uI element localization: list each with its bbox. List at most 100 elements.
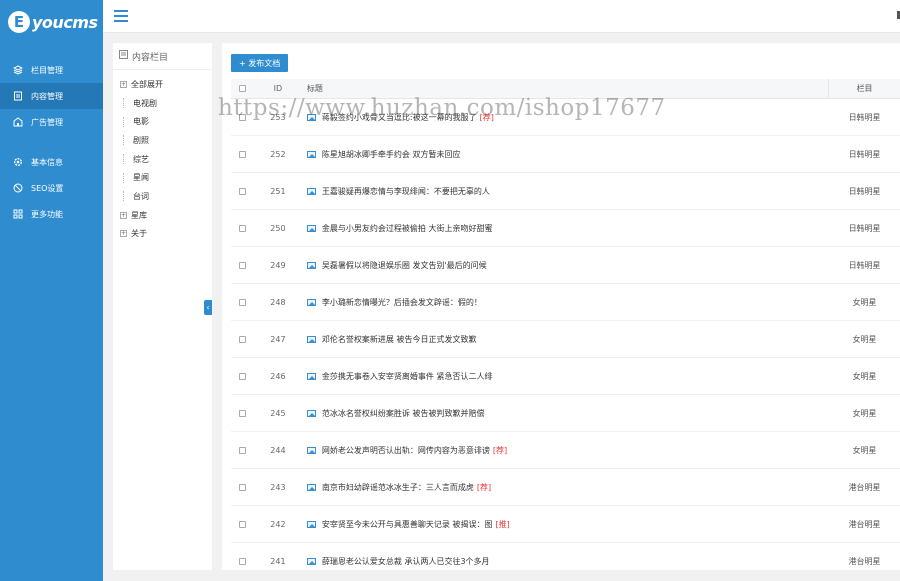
sidebar-item-column-management[interactable]: 栏目管理	[0, 57, 103, 83]
article-list-panel: + 发布文档 ID 标题 栏目 253 蒋毅签约小戏骨又当逗比:被这一幕的我服了[…	[222, 43, 900, 580]
tree-node[interactable]: + 全部展开	[113, 75, 212, 94]
tree-node[interactable]: 综艺	[113, 150, 212, 169]
image-icon	[306, 187, 316, 195]
list-icon	[119, 50, 128, 62]
tree-node-label: 关于	[131, 229, 147, 239]
tree-node[interactable]: 电影	[113, 112, 212, 131]
table-row: 245 范冰冰名誉权纠纷案胜诉 被告被判致歉并赔偿 女明星	[231, 395, 900, 432]
row-id: 248	[270, 297, 286, 307]
row-checkbox[interactable]	[239, 520, 247, 528]
article-title-link[interactable]: 薛瑞恩老公认爱女总裁 承认两人已交往3个多月	[322, 556, 490, 567]
article-title-link[interactable]: 吴磊暑假以将隐退娱乐圈 发文告别'最后的问候	[322, 260, 487, 271]
table-row: 248 李小璐新恋情曝光？后插会发文辟谣：假的！ 女明星	[231, 284, 900, 321]
row-checkbox[interactable]	[239, 483, 247, 491]
table-row: 242 安宰贤至今未公开与具惠善聊天记录 被揭误：图 [推] 港台明星	[231, 506, 900, 543]
tree-branch-line	[123, 154, 129, 165]
sidebar-item-seo-settings[interactable]: SEO设置	[0, 175, 103, 201]
row-checkbox[interactable]	[239, 372, 247, 380]
table-row: 243 南京市妇幼辟谣范冰冰生子：三人言而成虎 [荐] 港台明星	[231, 469, 900, 506]
row-column: 港台明星	[848, 556, 881, 566]
select-all-checkbox[interactable]	[239, 85, 247, 92]
content-column-tree: 内容栏目 + 全部展开 电视剧 电影 剧照 综艺 星闻 台词 + 星库 + 关于	[113, 43, 212, 570]
tree-node-label: 剧照	[133, 135, 149, 145]
top-header	[103, 0, 900, 33]
row-checkbox[interactable]	[239, 187, 247, 195]
logo-mark: E	[8, 11, 30, 33]
sidebar-item-basic-info[interactable]: 基本信息	[0, 149, 103, 175]
sidebar-item-more-features[interactable]: 更多功能	[0, 201, 103, 227]
row-column: 日韩明星	[848, 223, 881, 233]
row-id: 251	[270, 186, 286, 196]
sidebar-item-label: 更多功能	[31, 209, 63, 219]
article-title-link[interactable]: 李小璐新恋情曝光？后插会发文辟谣：假的！	[322, 297, 482, 308]
tree-node[interactable]: + 关于	[113, 225, 212, 244]
tree-branch-line	[123, 116, 129, 127]
collapse-tree-button[interactable]: ‹	[204, 300, 212, 315]
row-id: 247	[270, 334, 286, 344]
article-title-link[interactable]: 安宰贤至今未公开与具惠善聊天记录 被揭误：图	[322, 519, 493, 530]
row-column: 港台明星	[848, 519, 881, 529]
image-icon	[306, 520, 316, 528]
tree-node-label: 综艺	[133, 154, 149, 164]
image-icon	[306, 261, 316, 269]
compass-icon	[13, 183, 23, 193]
article-title-link[interactable]: 邓伦名誉权案新进展 被告今日正式发文致歉	[322, 334, 477, 345]
article-title-link[interactable]: 蒋毅签约小戏骨又当逗比:被这一幕的我服了	[322, 112, 477, 123]
tree-node[interactable]: 星闻	[113, 168, 212, 187]
menu-toggle-icon[interactable]	[114, 10, 128, 22]
row-checkbox[interactable]	[239, 409, 247, 417]
article-title-link[interactable]: 范冰冰名誉权纠纷案胜诉 被告被判致歉并赔偿	[322, 408, 485, 419]
header-id: ID	[273, 84, 283, 93]
table-row: 250 金晨与小男友约会过程被偷拍 大街上亲吻好甜蜜 日韩明星	[231, 210, 900, 247]
row-id: 241	[270, 556, 286, 566]
document-icon	[13, 91, 23, 101]
row-checkbox[interactable]	[239, 335, 247, 343]
publish-document-button[interactable]: + 发布文档	[231, 54, 289, 72]
article-flag-badge: [荐]	[492, 445, 508, 455]
image-icon	[306, 409, 316, 417]
image-icon	[306, 150, 316, 158]
row-checkbox[interactable]	[239, 113, 247, 121]
row-id: 242	[270, 519, 286, 529]
row-id: 250	[270, 223, 286, 233]
article-title-link[interactable]: 金晨与小男友约会过程被偷拍 大街上亲吻好甜蜜	[322, 223, 493, 234]
sidebar-item-label: 广告管理	[31, 117, 63, 127]
tree-branch-line	[123, 135, 129, 146]
sidebar-item-ad-management[interactable]: 广告管理	[0, 109, 103, 135]
row-checkbox[interactable]	[239, 261, 247, 269]
row-id: 246	[270, 371, 286, 381]
logo[interactable]: E youcms	[0, 0, 103, 44]
table-row: 252 陈星旭胡冰卿手牵手约会 双方暂未回应 日韩明星	[231, 136, 900, 173]
row-checkbox[interactable]	[239, 557, 247, 565]
row-checkbox[interactable]	[239, 446, 247, 454]
row-column: 女明星	[852, 371, 877, 381]
article-title-link[interactable]: 金莎携无事卷入安宰贤离婚事件 紧急否认二人绯	[322, 371, 493, 382]
image-icon	[306, 298, 316, 306]
tree-node[interactable]: + 星库	[113, 206, 212, 225]
row-checkbox[interactable]	[239, 150, 247, 158]
row-checkbox[interactable]	[239, 298, 247, 306]
tree-node[interactable]: 台词	[113, 187, 212, 206]
article-title-link[interactable]: 南京市妇幼辟谣范冰冰生子：三人言而成虎	[322, 482, 474, 493]
row-column: 女明星	[852, 334, 877, 344]
article-title-link[interactable]: 陈星旭胡冰卿手牵手约会 双方暂未回应	[322, 149, 461, 160]
header-column: 栏目	[856, 84, 873, 93]
grid-icon	[13, 209, 23, 219]
row-checkbox[interactable]	[239, 224, 247, 232]
row-id: 243	[270, 482, 286, 492]
building-icon	[13, 117, 23, 127]
row-column: 港台明星	[848, 482, 881, 492]
article-title-link[interactable]: 王嘉骏疑再爆恋情与李现绯闻：不要把无辜的人	[322, 186, 490, 197]
sidebar-nav: 栏目管理 内容管理 广告管理 基本信息 SEO设置 更多功能	[0, 57, 103, 227]
gear-icon	[13, 157, 23, 167]
tree-node[interactable]: 电视剧	[113, 94, 212, 113]
row-column: 日韩明星	[848, 186, 881, 196]
row-column: 女明星	[852, 445, 877, 455]
table-row: 241 薛瑞恩老公认爱女总裁 承认两人已交往3个多月 港台明星	[231, 543, 900, 580]
tree-node[interactable]: 剧照	[113, 131, 212, 150]
article-title-link[interactable]: 网娇老公发声明否认出轨：网传内容为恶意诽谤	[322, 445, 490, 456]
tree-branch-line	[123, 172, 129, 183]
tree-branch-line	[123, 98, 129, 109]
sidebar-item-content-management[interactable]: 内容管理	[0, 83, 103, 109]
image-icon	[306, 224, 316, 232]
